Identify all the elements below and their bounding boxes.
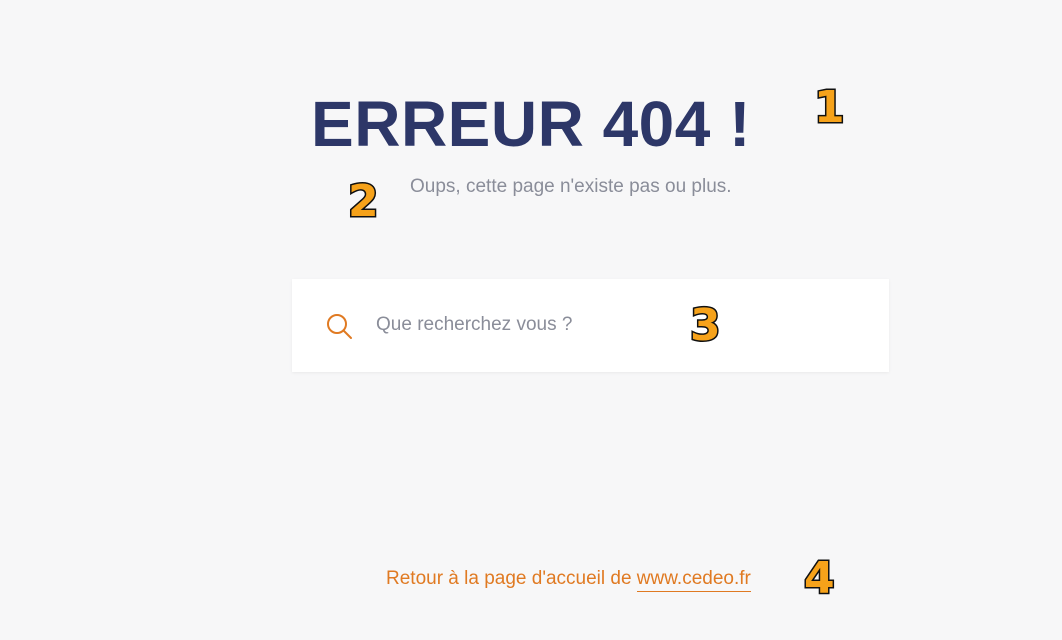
search-icon[interactable] — [325, 312, 353, 340]
error-subtitle: Oups, cette page n'existe pas ou plus. — [410, 176, 732, 197]
page-title: ERREUR 404 ! — [311, 88, 751, 160]
annotation-marker-2: 2 — [347, 176, 381, 227]
back-home-text: Retour à la page d'accueil de www.cedeo.… — [386, 567, 751, 592]
annotation-marker-4: 4 — [803, 553, 837, 604]
search-box[interactable] — [292, 279, 889, 372]
back-home-label: Retour à la page d'accueil de — [386, 568, 637, 589]
search-input[interactable] — [376, 306, 856, 344]
home-link[interactable]: www.cedeo.fr — [636, 568, 751, 592]
annotation-marker-1: 1 — [813, 82, 847, 133]
annotation-marker-3: 3 — [689, 300, 723, 351]
